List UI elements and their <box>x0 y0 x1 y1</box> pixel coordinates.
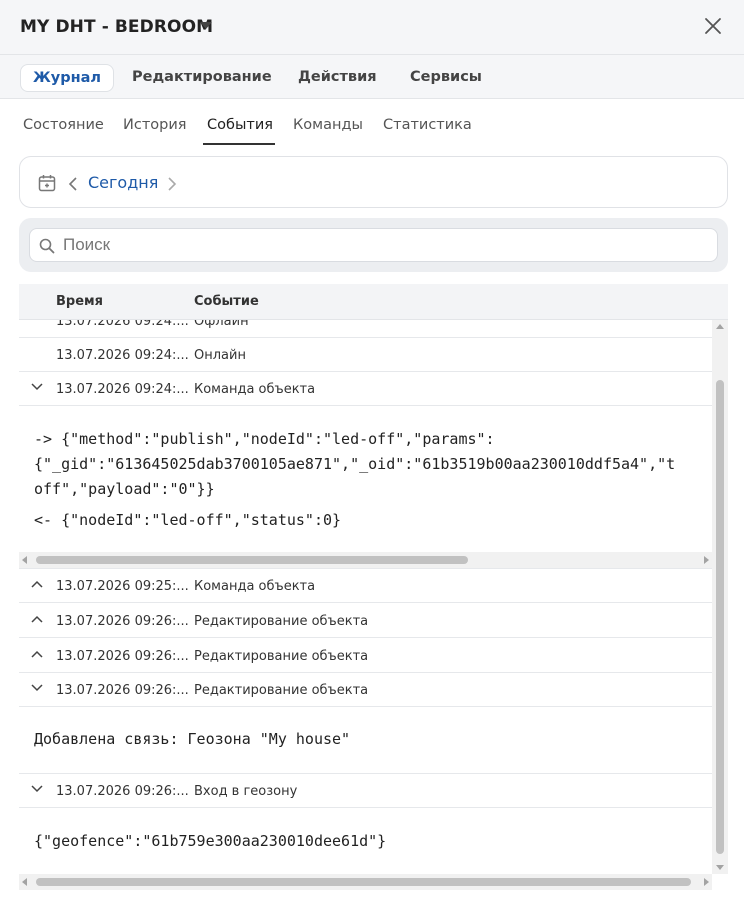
detail-line: {"_gid":"613645025dab3700105ae871","_oid… <box>34 455 676 473</box>
event-name: Редактирование объекта <box>194 683 369 698</box>
vertical-scrollbar[interactable] <box>712 320 728 874</box>
column-event[interactable]: Событие <box>194 294 259 309</box>
main-tabs: Журнал Редактирование Действия Сервисы <box>0 55 744 99</box>
close-icon[interactable] <box>703 16 723 36</box>
search-input[interactable] <box>63 233 703 257</box>
scroll-down-icon[interactable] <box>716 865 724 870</box>
event-time: 13.07.2026 09:24:... <box>56 348 189 363</box>
table-row[interactable]: 13.07.2026 09:26:... Редактирование объе… <box>19 673 712 707</box>
detail-line: -> {"method":"publish","nodeId":"led-off… <box>34 430 495 448</box>
table-row[interactable]: 13.07.2026 09:24:... Онлайн <box>19 338 712 372</box>
table-row[interactable]: 13.07.2026 09:25:... Команда объекта <box>19 569 712 603</box>
subtab-history[interactable]: История <box>123 117 187 133</box>
tab-services[interactable]: Сервисы <box>398 64 494 92</box>
calendar-icon[interactable] <box>38 174 56 192</box>
search-icon <box>39 238 55 254</box>
dialog-header: MY DHT - BEDROOM <box>0 0 744 55</box>
table-body: 13.07.2026 09:24:... Офлайн 13.07.2026 0… <box>19 284 712 875</box>
subtab-commands[interactable]: Команды <box>293 117 363 133</box>
event-name: Редактирование объекта <box>194 614 369 629</box>
object-title[interactable]: MY DHT - BEDROOM <box>20 17 213 37</box>
table-row[interactable]: 13.07.2026 09:26:... Редактирование объе… <box>19 604 712 638</box>
event-time: 13.07.2026 09:26:... <box>56 683 189 698</box>
scrollbar-thumb[interactable] <box>716 380 724 854</box>
tab-editing[interactable]: Редактирование <box>120 64 284 92</box>
scrollbar-thumb[interactable] <box>36 878 691 886</box>
tab-journal[interactable]: Журнал <box>20 64 115 92</box>
scrollbar-thumb[interactable] <box>36 556 468 564</box>
caret-down-icon[interactable] <box>200 22 212 29</box>
table-row[interactable]: 13.07.2026 09:24:... Команда объекта <box>19 372 712 406</box>
chevron-right-icon[interactable] <box>167 177 177 191</box>
subtab-events[interactable]: События <box>207 117 273 133</box>
event-time: 13.07.2026 09:24:... <box>56 382 189 397</box>
chevron-down-icon[interactable] <box>31 383 43 391</box>
table-row[interactable]: 13.07.2026 09:26:... Редактирование объе… <box>19 639 712 673</box>
subtab-state[interactable]: Состояние <box>23 117 104 133</box>
event-detail-geofence: {"geofence":"61b759e300aa230010dee61d"} <box>19 809 712 875</box>
event-time: 13.07.2026 09:26:... <box>56 649 189 664</box>
events-table: Время Событие 13.07.2026 09:24:... Офлай… <box>19 284 728 890</box>
chevron-up-icon[interactable] <box>31 615 43 623</box>
event-name: Онлайн <box>194 348 246 363</box>
event-detail-edit: Добавлена связь: Геозона "My house" <box>19 708 712 774</box>
detail-line: off","payload":"0"}} <box>34 480 215 498</box>
scroll-up-icon[interactable] <box>716 324 724 329</box>
search-bar <box>19 218 728 272</box>
table-header: Время Событие <box>19 284 728 320</box>
tab-actions[interactable]: Действия <box>286 64 389 92</box>
chevron-left-icon[interactable] <box>68 177 78 191</box>
scroll-left-icon[interactable] <box>22 878 27 886</box>
chevron-up-icon[interactable] <box>31 580 43 588</box>
table-row[interactable]: 13.07.2026 09:26:... Вход в геозону <box>19 774 712 808</box>
detail-line: <- {"nodeId":"led-off","status":0} <box>34 511 342 529</box>
horizontal-scrollbar[interactable] <box>19 874 712 890</box>
scroll-left-icon[interactable] <box>22 556 27 564</box>
scroll-right-icon[interactable] <box>704 556 709 564</box>
event-name: Редактирование объекта <box>194 649 369 664</box>
chevron-down-icon[interactable] <box>31 785 43 793</box>
event-detail-command: -> {"method":"publish","nodeId":"led-off… <box>19 407 712 569</box>
sub-tabs: Состояние История События Команды Статис… <box>0 100 744 148</box>
date-label[interactable]: Сегодня <box>88 173 158 192</box>
event-time: 13.07.2026 09:26:... <box>56 784 189 799</box>
chevron-up-icon[interactable] <box>31 650 43 658</box>
scroll-right-icon[interactable] <box>704 878 709 886</box>
horizontal-scrollbar[interactable] <box>19 552 712 568</box>
subtab-statistics[interactable]: Статистика <box>383 117 472 133</box>
column-time[interactable]: Время <box>56 294 103 309</box>
event-name: Команда объекта <box>194 382 316 397</box>
event-name: Команда объекта <box>194 579 316 594</box>
date-navigator: Сегодня <box>19 156 728 208</box>
chevron-down-icon[interactable] <box>31 684 43 692</box>
detail-line: {"geofence":"61b759e300aa230010dee61d"} <box>34 832 387 850</box>
event-time: 13.07.2026 09:26:... <box>56 614 189 629</box>
detail-line: Добавлена связь: Геозона "My house" <box>34 730 351 748</box>
event-time: 13.07.2026 09:25:... <box>56 579 189 594</box>
active-tab-indicator <box>203 143 275 145</box>
search-box <box>29 228 718 262</box>
event-name: Вход в геозону <box>194 784 298 799</box>
